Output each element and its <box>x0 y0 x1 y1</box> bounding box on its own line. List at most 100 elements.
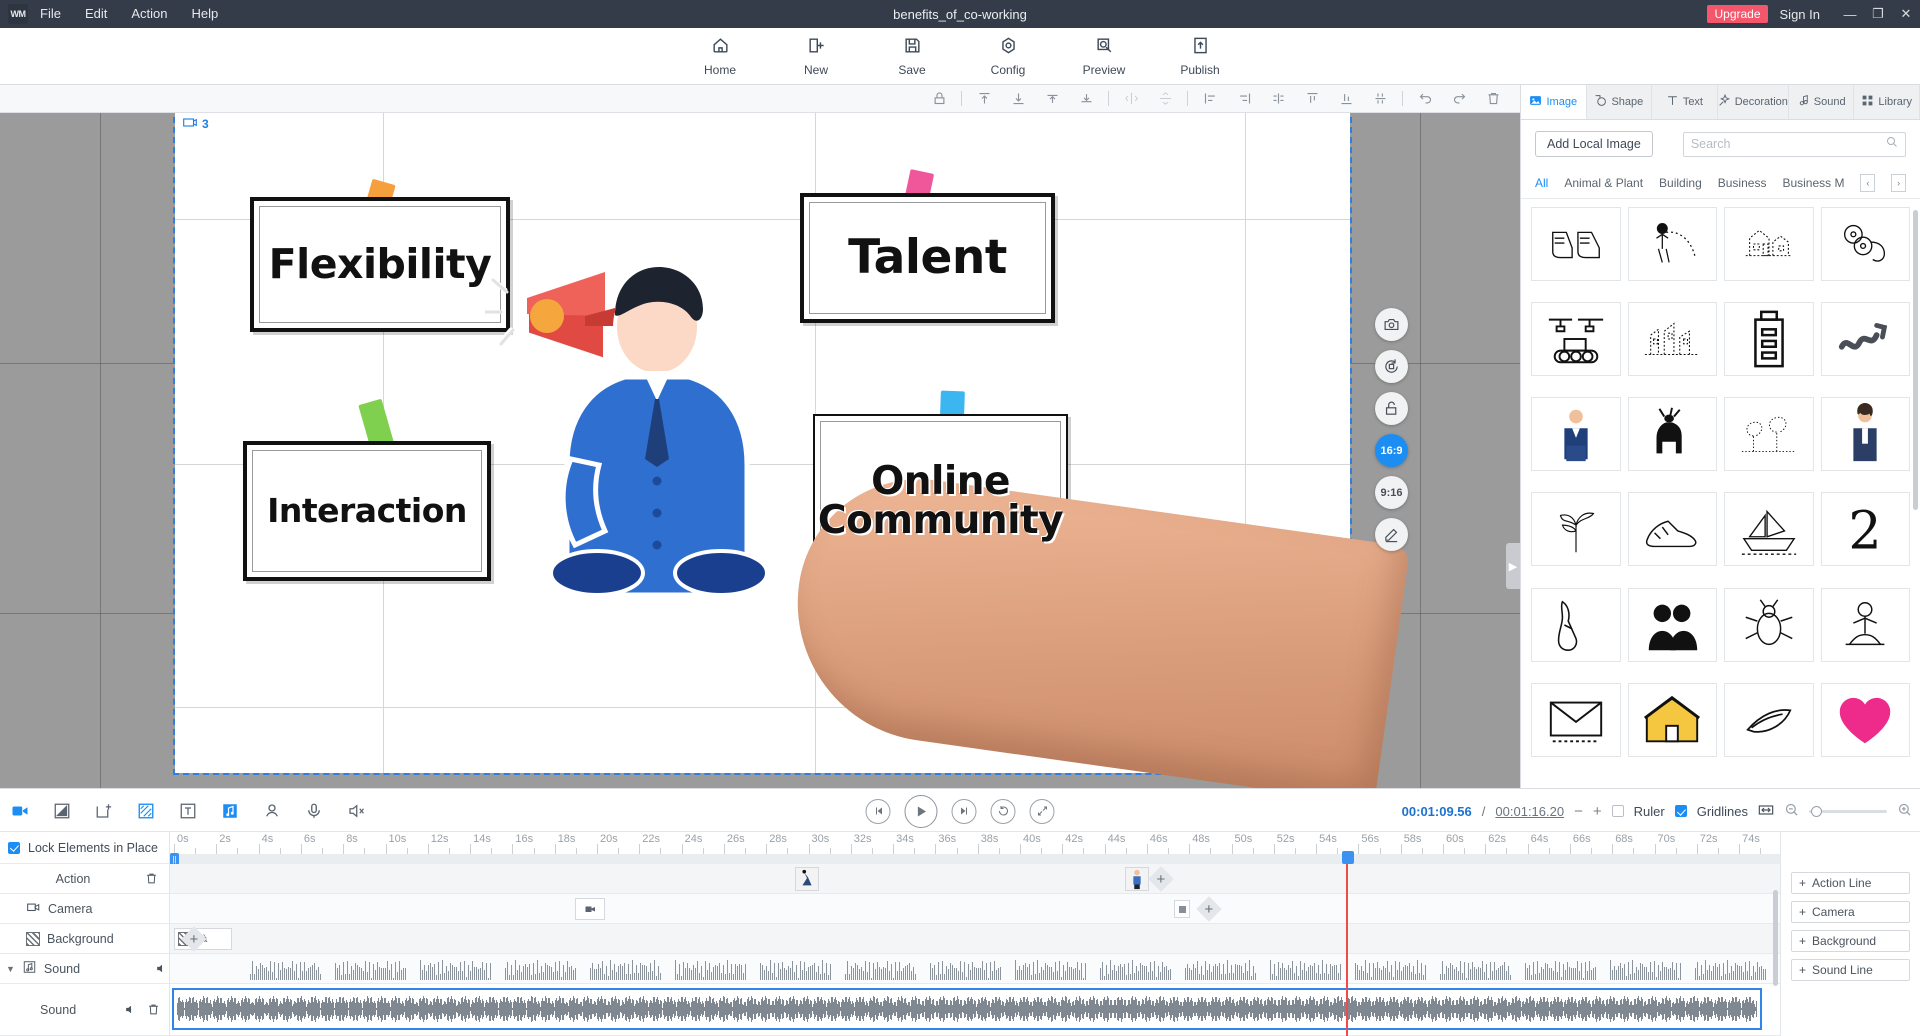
category-next-button[interactable]: › <box>1891 174 1906 192</box>
play-button[interactable] <box>905 795 938 828</box>
distribute-vertical-icon[interactable] <box>1363 86 1397 112</box>
flip-vertical-icon[interactable] <box>1148 86 1182 112</box>
add-sound-line-button[interactable]: + Sound Line <box>1791 959 1910 981</box>
timeline-row-sound-group[interactable] <box>170 954 1780 984</box>
asset-panel-scrollbar[interactable] <box>1913 210 1918 510</box>
tab-text[interactable]: Text <box>1652 85 1718 119</box>
search-icon[interactable] <box>1886 135 1898 153</box>
chevron-down-icon[interactable]: ▼ <box>6 964 15 974</box>
action-keyframe-thumbnail[interactable] <box>795 867 819 891</box>
asset-thumb-bug[interactable] <box>1724 588 1814 662</box>
playhead[interactable] <box>1346 864 1348 1036</box>
toolbar-preview[interactable]: Preview <box>1077 36 1131 77</box>
panel-collapse-handle[interactable]: ▶ <box>1506 543 1520 589</box>
zoom-in-icon[interactable] <box>1897 802 1912 820</box>
lock-elements-row[interactable]: Lock Elements in Place <box>0 832 169 864</box>
add-local-image-button[interactable]: Add Local Image <box>1535 131 1653 157</box>
zoom-out-icon[interactable] <box>1784 802 1799 820</box>
menu-help[interactable]: Help <box>180 0 231 28</box>
fit-width-icon[interactable] <box>1758 802 1774 821</box>
total-time[interactable]: 00:01:16.20 <box>1495 804 1564 819</box>
mute-icon[interactable] <box>344 799 368 823</box>
category-building[interactable]: Building <box>1659 176 1702 190</box>
search-box[interactable] <box>1683 132 1906 157</box>
toolbar-config[interactable]: Config <box>981 36 1035 77</box>
zoom-slider[interactable] <box>1809 810 1887 813</box>
lock-icon[interactable] <box>922 86 956 112</box>
asset-thumb-couple[interactable] <box>1628 588 1718 662</box>
asset-thumb-yellow-house[interactable] <box>1628 683 1718 757</box>
align-vertical-bottom-icon[interactable] <box>1329 86 1363 112</box>
ratio-16-9-button[interactable]: 16:9 <box>1375 434 1408 467</box>
delete-icon[interactable] <box>1476 86 1510 112</box>
tab-sound[interactable]: Sound <box>1789 85 1855 119</box>
text-icon[interactable] <box>176 799 200 823</box>
transition-icon[interactable] <box>50 799 74 823</box>
asset-thumb-street[interactable] <box>1628 302 1718 376</box>
asset-thumb-deer[interactable] <box>1628 397 1718 471</box>
timeline-vertical-scrollbar[interactable] <box>1773 890 1778 986</box>
action-keyframe-thumbnail[interactable] <box>1125 867 1149 891</box>
add-camera-keyframe-button[interactable]: + <box>1196 896 1221 921</box>
flip-horizontal-icon[interactable] <box>1114 86 1148 112</box>
ratio-9-16-button[interactable]: 9:16 <box>1375 476 1408 509</box>
tab-decoration[interactable]: Decoration <box>1718 85 1789 119</box>
asset-thumb-conveyor[interactable] <box>1531 302 1621 376</box>
add-action-keyframe-button[interactable]: + <box>1148 866 1173 891</box>
card-flexibility[interactable]: Flexibility <box>250 197 510 332</box>
align-middle-icon[interactable] <box>1035 86 1069 112</box>
replay-icon[interactable] <box>991 799 1016 824</box>
track-header-sound-group[interactable]: ▼ Sound <box>0 954 169 984</box>
add-background-button[interactable]: + Background <box>1791 930 1910 952</box>
track-header-action[interactable]: Action <box>0 864 169 894</box>
zoom-slider-knob[interactable] <box>1811 806 1822 817</box>
align-right-icon[interactable] <box>1227 86 1261 112</box>
search-input[interactable] <box>1691 137 1886 151</box>
asset-thumb-shoe2[interactable] <box>1531 588 1621 662</box>
asset-thumb-envelope[interactable] <box>1531 683 1621 757</box>
new-slide-icon[interactable] <box>92 799 116 823</box>
menu-edit[interactable]: Edit <box>73 0 119 28</box>
tab-library[interactable]: Library <box>1854 85 1920 119</box>
ruler-checkbox[interactable] <box>1612 805 1624 817</box>
asset-thumb-number-two[interactable]: 2 <box>1821 492 1911 566</box>
asset-thumb-pink-heart[interactable] <box>1821 683 1911 757</box>
timeline-tracks[interactable]: + + Bà + <box>170 864 1780 1036</box>
asset-thumb-boat[interactable] <box>1724 492 1814 566</box>
add-camera-button[interactable]: + Camera <box>1791 901 1910 923</box>
card-interaction[interactable]: Interaction <box>243 441 491 581</box>
asset-thumb-boots[interactable] <box>1531 207 1621 281</box>
card-talent[interactable]: Talent <box>800 193 1055 323</box>
delete-icon[interactable] <box>145 1002 161 1018</box>
align-top-icon[interactable] <box>967 86 1001 112</box>
align-vertical-top-icon[interactable] <box>1295 86 1329 112</box>
undo-icon[interactable] <box>1408 86 1442 112</box>
camera-end-marker[interactable] <box>1174 900 1190 918</box>
fullscreen-icon[interactable] <box>1030 799 1055 824</box>
category-animal-plant[interactable]: Animal & Plant <box>1564 176 1643 190</box>
delete-icon[interactable] <box>143 871 159 887</box>
slide-canvas[interactable]: 3 Flexibility Talent Interaction Online … <box>175 113 1350 773</box>
menu-file[interactable]: File <box>28 0 73 28</box>
asset-thumb-shoe[interactable] <box>1628 492 1718 566</box>
toolbar-save[interactable]: Save <box>885 36 939 77</box>
volume-icon[interactable] <box>153 961 169 977</box>
replace-icon[interactable] <box>1375 350 1408 383</box>
align-center-icon[interactable] <box>1069 86 1103 112</box>
camera-icon[interactable] <box>8 799 32 823</box>
asset-thumb-trees[interactable] <box>1724 397 1814 471</box>
toolbar-publish[interactable]: Publish <box>1173 36 1227 77</box>
tab-image[interactable]: Image <box>1521 85 1587 119</box>
asset-thumb-person-sitting[interactable] <box>1821 588 1911 662</box>
track-header-camera[interactable]: Camera <box>0 894 169 924</box>
camera-clip[interactable] <box>575 898 605 920</box>
lock-elements-checkbox[interactable] <box>8 842 20 854</box>
restore-button[interactable]: ❐ <box>1864 0 1892 28</box>
timeline-row-background[interactable]: Bà + <box>170 924 1780 954</box>
toolbar-new[interactable]: New <box>789 36 843 77</box>
asset-thumb-pacifier[interactable] <box>1821 207 1911 281</box>
timeline-row-action[interactable]: + <box>170 864 1780 894</box>
menu-action[interactable]: Action <box>119 0 179 28</box>
asset-thumb-battery[interactable] <box>1724 302 1814 376</box>
asset-thumb-leaf[interactable] <box>1724 683 1814 757</box>
